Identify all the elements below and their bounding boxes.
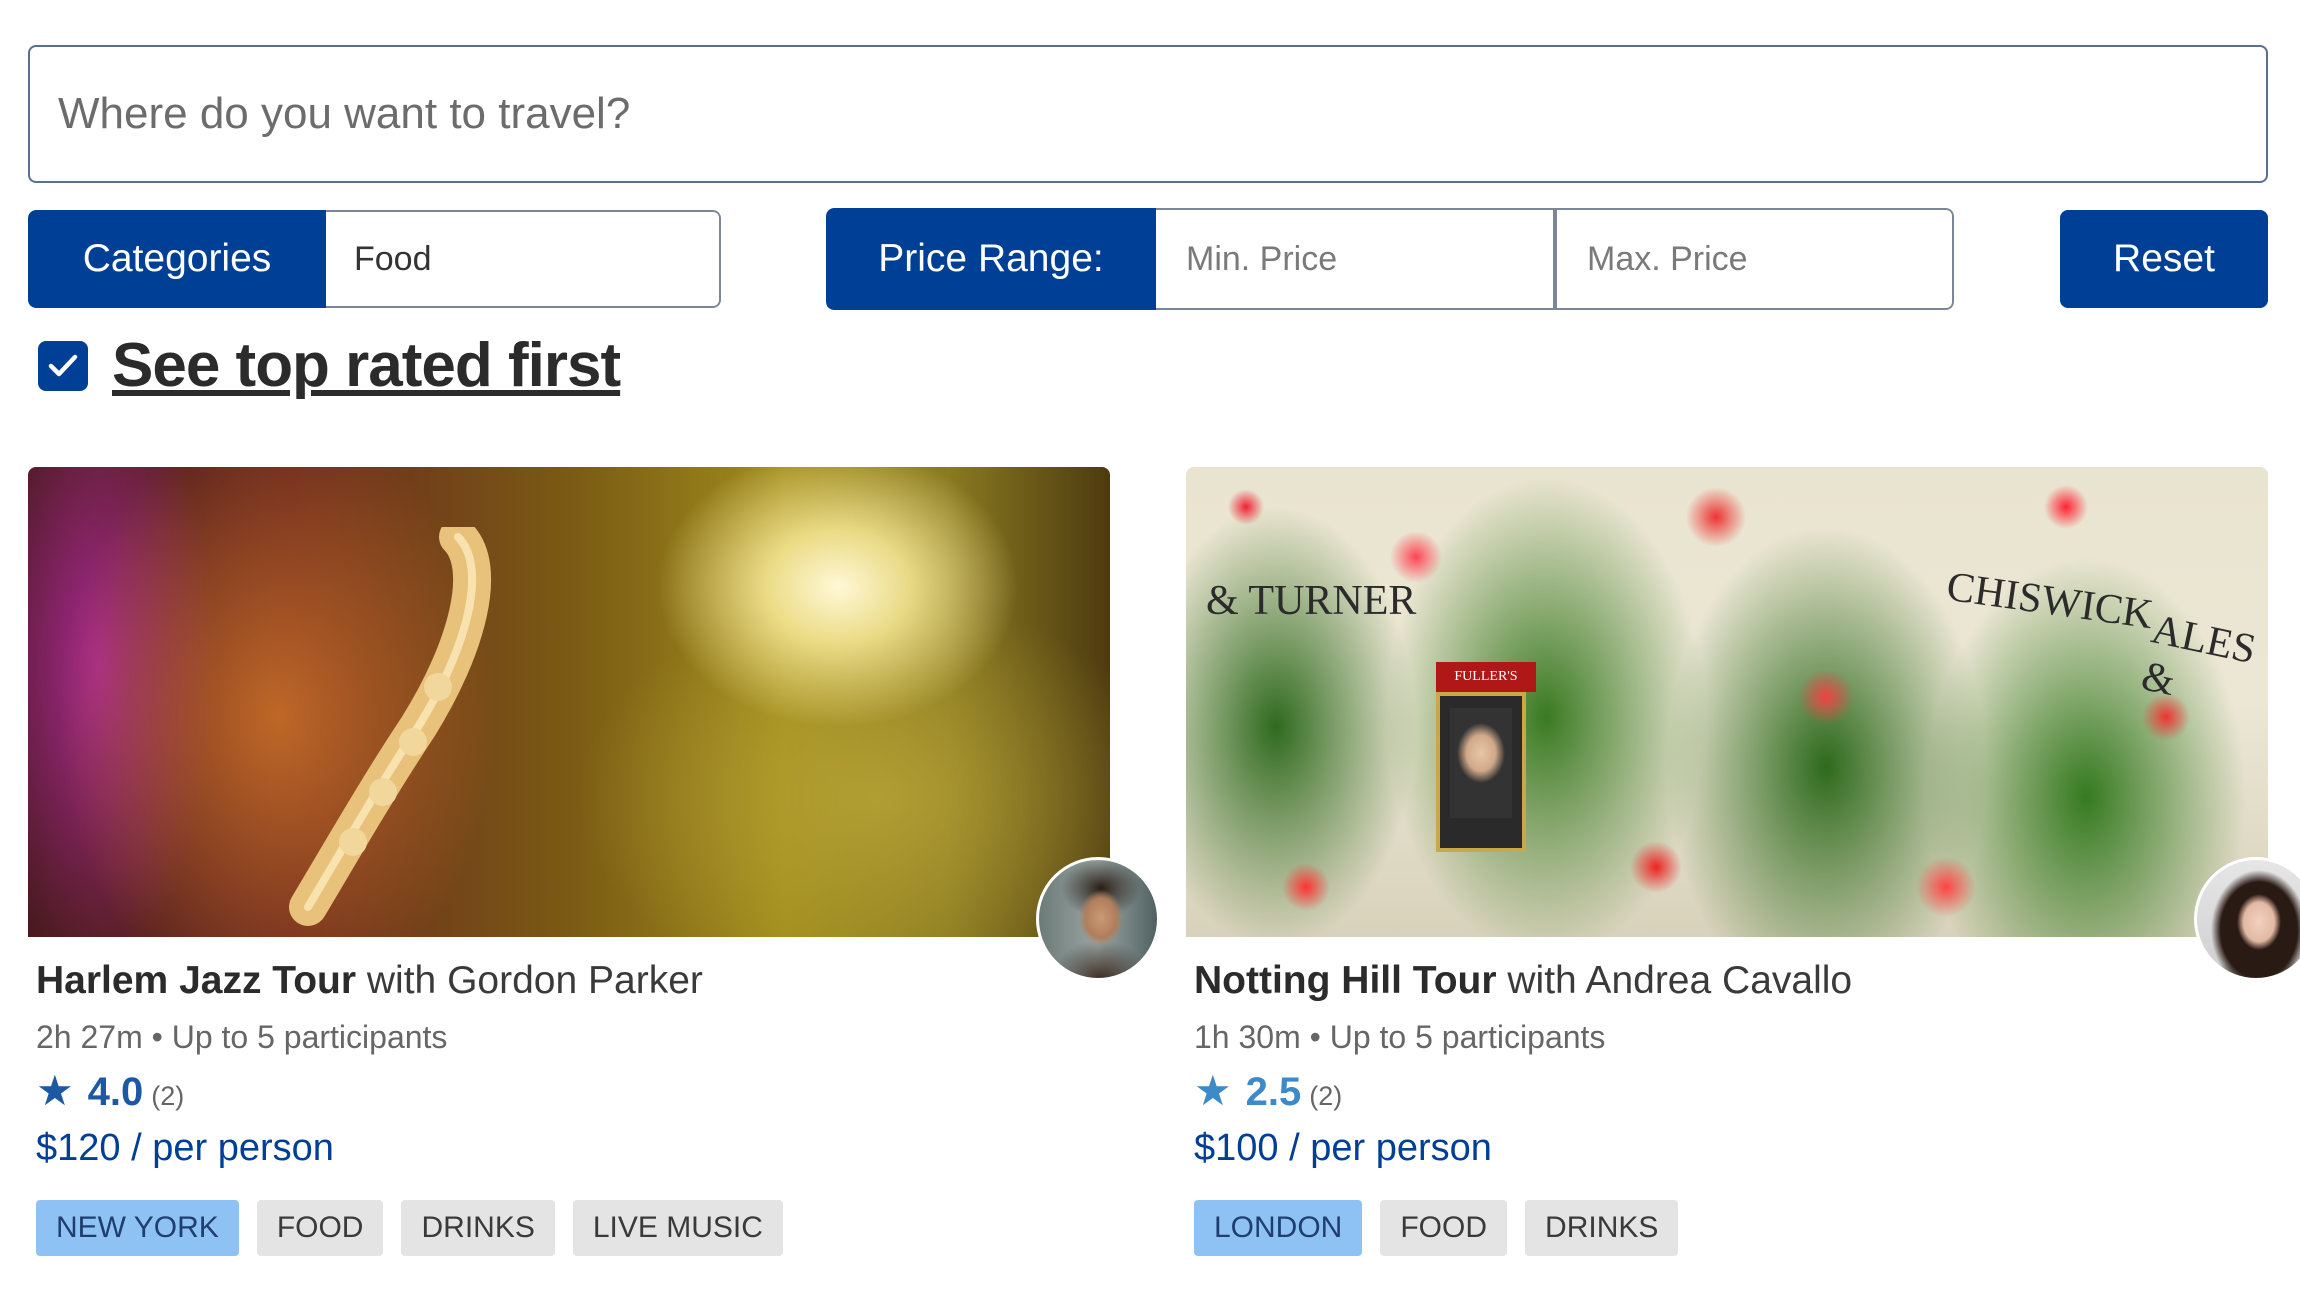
tour-participants: Up to 5 participants [171, 1019, 448, 1055]
tour-name: Notting Hill Tour [1194, 959, 1497, 1002]
notting-hill-pub-photo: & TURNER CHISWICK ALES & FULLER'S [1186, 467, 2268, 937]
tag[interactable]: LIVE MUSIC [572, 1200, 783, 1256]
max-price-input[interactable] [1585, 238, 1952, 280]
star-icon: ★ [1194, 1067, 1232, 1114]
tag[interactable]: DRINKS [1525, 1200, 1679, 1256]
jazz-saxophone-photo [28, 467, 1110, 937]
tag[interactable]: DRINKS [401, 1200, 555, 1256]
tour-duration: 2h 27m [36, 1019, 143, 1055]
tour-price: $100 / per person [1194, 1127, 1492, 1169]
tour-host: with Andrea Cavallo [1507, 959, 1853, 1002]
categories-filter: Categories Food [28, 210, 721, 308]
tag-city[interactable]: LONDON [1194, 1200, 1363, 1256]
saxophone-illustration [289, 527, 492, 926]
tag[interactable]: FOOD [1380, 1200, 1508, 1256]
tour-card[interactable]: Harlem Jazz Tour with Gordon Parker 2h 2… [28, 467, 1160, 1256]
tour-participants: Up to 5 participants [1329, 1019, 1606, 1055]
pub-wall-lettering: & TURNER [1206, 578, 1417, 624]
price-range-filter: Price Range: [826, 208, 1954, 310]
tour-name: Harlem Jazz Tour [36, 959, 357, 1002]
tour-image[interactable]: & TURNER CHISWICK ALES & FULLER'S [1186, 467, 2268, 937]
categories-value: Food [354, 239, 432, 278]
rating-count: (2) [151, 1081, 185, 1111]
tour-meta: 1h 30m • Up to 5 participants [1194, 1019, 2268, 1056]
tour-card[interactable]: & TURNER CHISWICK ALES & FULLER'S Nottin… [1186, 467, 2300, 1256]
tag[interactable]: FOOD [256, 1200, 384, 1256]
pub-hanging-sign [1436, 692, 1526, 852]
tour-price: $120 / per person [36, 1127, 334, 1169]
categories-button[interactable]: Categories [28, 210, 326, 308]
tour-duration: 1h 30m [1194, 1019, 1301, 1055]
tag-city[interactable]: NEW YORK [36, 1200, 239, 1256]
tour-tags: LONDON FOOD DRINKS [1194, 1200, 2268, 1256]
portrait-image [1450, 708, 1512, 818]
rating-value: 2.5 [1245, 1070, 1302, 1114]
tour-meta: 2h 27m • Up to 5 participants [36, 1019, 1110, 1056]
reset-button[interactable]: Reset [2060, 210, 2268, 308]
max-price-field[interactable] [1555, 208, 1954, 310]
rating-value: 4.0 [87, 1070, 144, 1114]
meta-separator: • [151, 1019, 172, 1055]
top-rated-toggle[interactable]: See top rated first [38, 330, 621, 401]
tour-title[interactable]: Notting Hill Tour with Andrea Cavallo [1194, 959, 2268, 1003]
tour-rating: ★ 4.0 (2) [36, 1066, 1110, 1115]
categories-select[interactable]: Food [326, 210, 721, 308]
pub-wall-lettering: ALES & [2137, 606, 2260, 706]
min-price-field[interactable] [1156, 208, 1555, 310]
meta-separator: • [1309, 1019, 1330, 1055]
price-range-label: Price Range: [826, 208, 1156, 310]
top-rated-checkbox[interactable] [38, 340, 88, 391]
tour-tags: NEW YORK FOOD DRINKS LIVE MUSIC [36, 1200, 1110, 1256]
search-input[interactable] [56, 88, 2266, 140]
min-price-input[interactable] [1184, 238, 1553, 280]
checkmark-icon [48, 354, 78, 376]
host-avatar[interactable] [1036, 857, 1160, 981]
search-box [28, 45, 2268, 183]
rating-count: (2) [1309, 1081, 1343, 1111]
pub-sign-header: FULLER'S [1436, 662, 1536, 692]
star-icon: ★ [36, 1067, 74, 1114]
top-rated-label[interactable]: See top rated first [112, 330, 621, 401]
tour-image[interactable] [28, 467, 1110, 937]
tour-rating: ★ 2.5 (2) [1194, 1066, 2268, 1115]
pub-wall-lettering: CHISWICK [1943, 563, 2156, 639]
tour-host: with Gordon Parker [366, 959, 703, 1002]
tour-title[interactable]: Harlem Jazz Tour with Gordon Parker [36, 959, 1110, 1003]
